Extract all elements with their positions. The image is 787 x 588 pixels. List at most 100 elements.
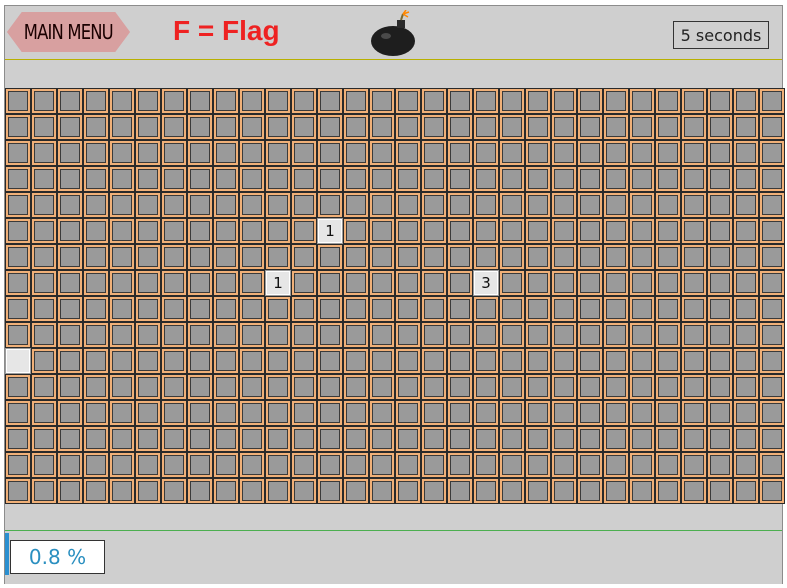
board-cell[interactable] <box>473 452 499 478</box>
board-cell[interactable] <box>109 140 135 166</box>
board-cell[interactable] <box>343 270 369 296</box>
board-cell[interactable] <box>603 218 629 244</box>
board-cell[interactable] <box>213 348 239 374</box>
board-cell[interactable] <box>655 296 681 322</box>
board-cell[interactable] <box>83 478 109 504</box>
board-cell[interactable] <box>161 166 187 192</box>
board-cell[interactable] <box>629 296 655 322</box>
board-cell[interactable] <box>31 478 57 504</box>
board-cell[interactable] <box>83 166 109 192</box>
board-cell[interactable] <box>551 348 577 374</box>
board-cell[interactable] <box>265 322 291 348</box>
board-cell[interactable] <box>759 426 785 452</box>
board-cell[interactable] <box>447 452 473 478</box>
board-cell[interactable] <box>57 374 83 400</box>
board-cell[interactable] <box>291 322 317 348</box>
board-cell[interactable] <box>291 244 317 270</box>
board-cell[interactable] <box>707 140 733 166</box>
board-cell[interactable] <box>447 478 473 504</box>
board-cell[interactable] <box>291 348 317 374</box>
board-cell[interactable] <box>109 374 135 400</box>
board-cell[interactable] <box>733 400 759 426</box>
board-cell[interactable] <box>291 192 317 218</box>
board-cell[interactable] <box>629 270 655 296</box>
board-cell[interactable] <box>291 270 317 296</box>
board-cell[interactable] <box>57 322 83 348</box>
board-cell[interactable] <box>681 478 707 504</box>
board-cell[interactable] <box>395 88 421 114</box>
board-cell[interactable] <box>551 140 577 166</box>
board-cell[interactable] <box>525 140 551 166</box>
board-cell[interactable] <box>265 166 291 192</box>
board-cell[interactable] <box>395 452 421 478</box>
board-cell[interactable] <box>343 244 369 270</box>
board-cell[interactable] <box>759 88 785 114</box>
board-cell[interactable] <box>577 244 603 270</box>
board-cell[interactable] <box>473 296 499 322</box>
board-cell[interactable] <box>551 452 577 478</box>
board-cell[interactable] <box>369 114 395 140</box>
board-cell[interactable] <box>291 478 317 504</box>
board-cell[interactable] <box>5 426 31 452</box>
board-cell[interactable] <box>551 218 577 244</box>
board-cell[interactable] <box>265 400 291 426</box>
board-cell[interactable] <box>629 88 655 114</box>
board-cell[interactable] <box>473 244 499 270</box>
board-cell[interactable] <box>317 244 343 270</box>
board-cell[interactable] <box>187 192 213 218</box>
board-cell[interactable] <box>421 426 447 452</box>
board-cell[interactable] <box>733 270 759 296</box>
board-cell[interactable] <box>31 192 57 218</box>
board-cell[interactable] <box>603 88 629 114</box>
board-cell[interactable] <box>655 322 681 348</box>
board-cell[interactable] <box>239 270 265 296</box>
board-cell[interactable] <box>577 296 603 322</box>
board-cell[interactable] <box>317 270 343 296</box>
board-cell[interactable] <box>681 244 707 270</box>
board-cell[interactable] <box>343 140 369 166</box>
board-cell[interactable] <box>551 426 577 452</box>
board-cell[interactable] <box>473 192 499 218</box>
board-cell[interactable] <box>707 426 733 452</box>
board-cell[interactable] <box>213 166 239 192</box>
board-cell[interactable] <box>369 296 395 322</box>
board-cell[interactable] <box>395 426 421 452</box>
board-cell[interactable] <box>551 296 577 322</box>
board-cell[interactable] <box>577 400 603 426</box>
board-cell[interactable] <box>161 374 187 400</box>
board-cell[interactable] <box>109 478 135 504</box>
board-cell[interactable] <box>317 452 343 478</box>
board-cell[interactable] <box>83 348 109 374</box>
board-cell[interactable] <box>733 374 759 400</box>
board-cell[interactable] <box>447 88 473 114</box>
board-cell[interactable] <box>655 218 681 244</box>
board-cell[interactable] <box>291 374 317 400</box>
board-cell[interactable] <box>707 400 733 426</box>
board-cell[interactable] <box>109 426 135 452</box>
board-cell[interactable] <box>395 218 421 244</box>
board-cell[interactable] <box>343 296 369 322</box>
board-cell[interactable] <box>421 296 447 322</box>
board-cell[interactable] <box>265 114 291 140</box>
board-cell[interactable] <box>161 192 187 218</box>
board-cell[interactable] <box>83 322 109 348</box>
board-cell[interactable] <box>291 166 317 192</box>
board-cell[interactable] <box>681 140 707 166</box>
main-menu-button[interactable]: MAIN MENU <box>7 12 130 52</box>
board-cell[interactable] <box>369 348 395 374</box>
board-cell[interactable] <box>161 114 187 140</box>
board-cell[interactable] <box>577 270 603 296</box>
board-cell[interactable] <box>629 218 655 244</box>
board-cell[interactable] <box>239 400 265 426</box>
board-cell[interactable] <box>135 426 161 452</box>
board-cell[interactable] <box>707 322 733 348</box>
board-cell[interactable] <box>655 88 681 114</box>
board-cell[interactable] <box>57 218 83 244</box>
board-cell[interactable] <box>317 140 343 166</box>
board-cell[interactable] <box>83 244 109 270</box>
board-cell[interactable] <box>291 88 317 114</box>
board-cell[interactable] <box>473 322 499 348</box>
board-cell[interactable] <box>369 322 395 348</box>
board-cell[interactable] <box>499 244 525 270</box>
board-cell[interactable] <box>239 244 265 270</box>
